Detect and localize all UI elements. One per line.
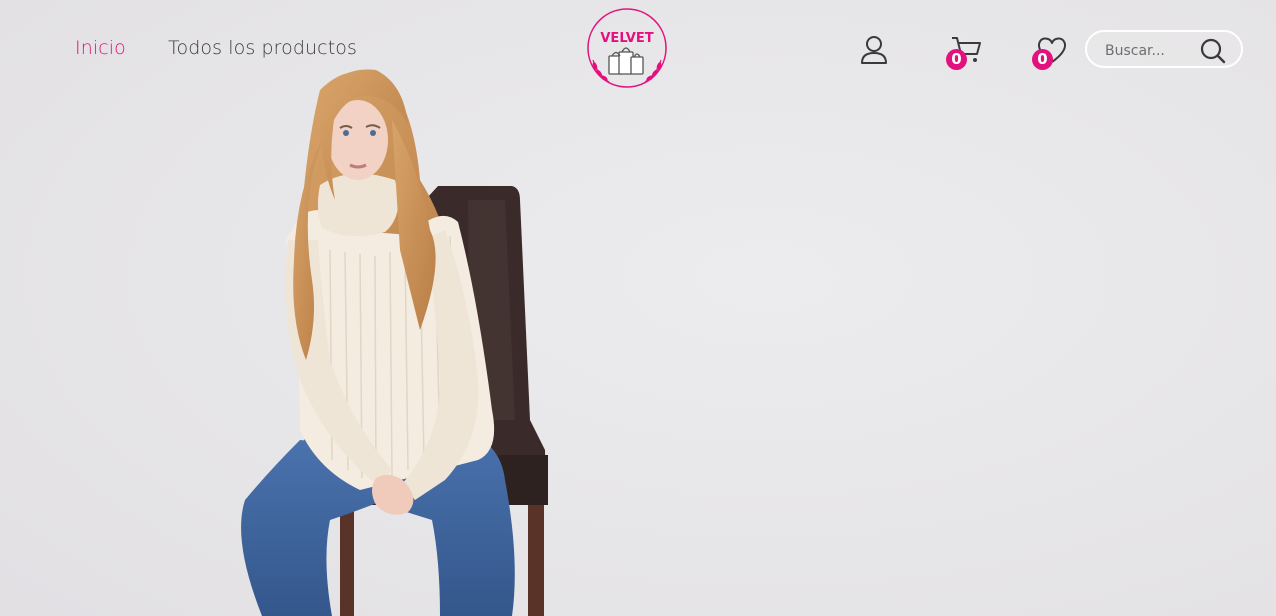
user-icon	[861, 36, 887, 64]
search-box	[1085, 30, 1243, 68]
wishlist-button[interactable]: 0	[1030, 32, 1070, 72]
cart-count-badge: 0	[946, 49, 967, 70]
nav-link-all-products[interactable]: Todos los productos	[168, 37, 357, 59]
hero-image	[0, 0, 1276, 616]
nav-link-inicio[interactable]: Inicio	[75, 37, 126, 59]
account-button[interactable]	[856, 32, 896, 72]
search-input[interactable]	[1103, 40, 1199, 62]
site-logo[interactable]: VELVET	[583, 6, 671, 90]
velvet-logo-mark: VELVET	[587, 8, 667, 88]
search-icon[interactable]	[1199, 37, 1227, 65]
cart-button[interactable]: 0	[944, 32, 984, 72]
wishlist-count-badge: 0	[1032, 49, 1053, 70]
logo-text: VELVET	[600, 31, 653, 46]
